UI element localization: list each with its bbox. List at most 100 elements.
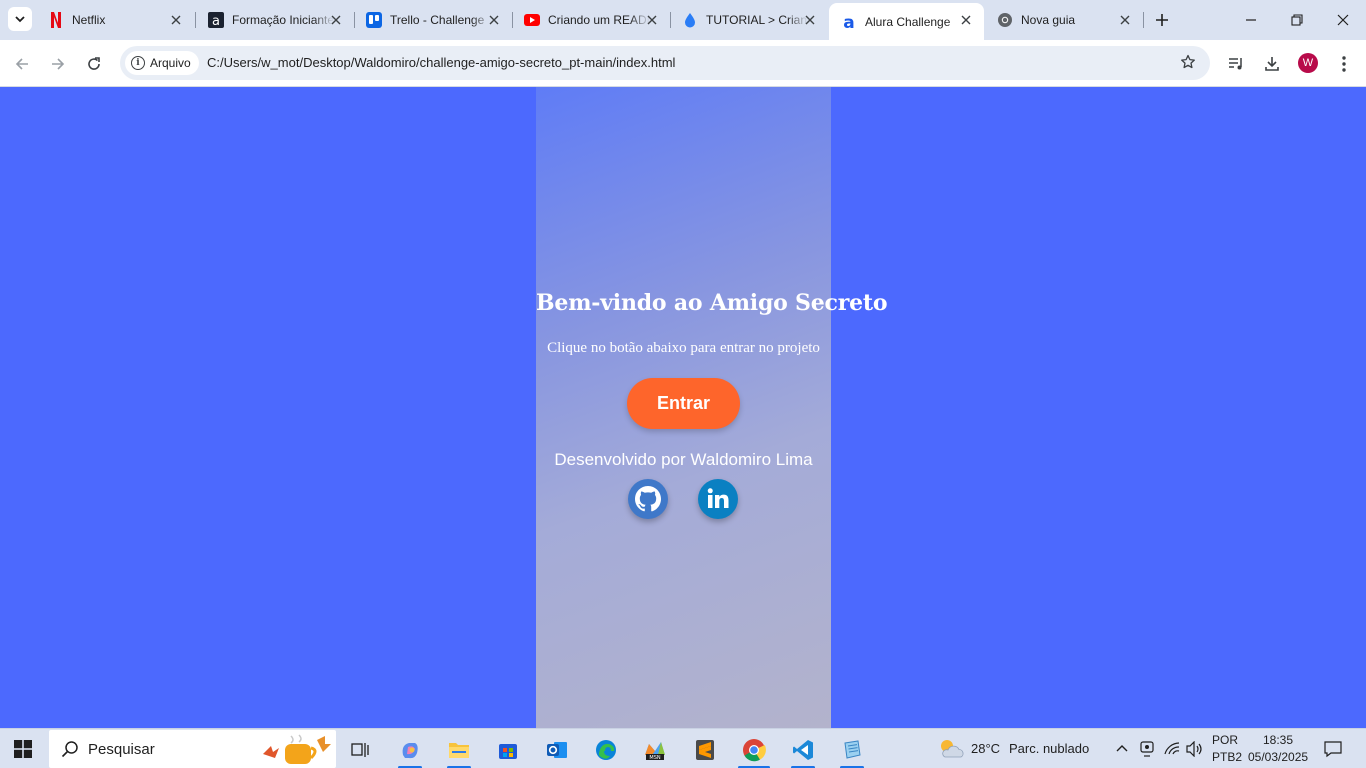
- minimize-icon: [1246, 19, 1256, 21]
- tab-title: Netflix: [72, 13, 106, 27]
- linkedin-icon: [707, 488, 729, 508]
- close-icon: [1337, 14, 1349, 26]
- tab-trello[interactable]: Trello - Challenge: [354, 4, 512, 36]
- file-explorer-app[interactable]: [439, 733, 479, 768]
- chevron-up-icon[interactable]: [1116, 743, 1128, 753]
- site-info-chip[interactable]: i Arquivo: [125, 51, 199, 75]
- svg-text:a: a: [212, 14, 220, 28]
- close-icon[interactable]: [802, 12, 818, 28]
- notepad-icon: [844, 740, 861, 759]
- tab-title: Formação Iniciante: [232, 13, 334, 27]
- close-icon[interactable]: [1117, 12, 1133, 28]
- windows-taskbar: Pesquisar MSN 28°C Parc. nublado POR PTB…: [0, 728, 1366, 768]
- folder-icon: [449, 743, 469, 758]
- notification-icon[interactable]: [1324, 740, 1342, 758]
- profile-avatar[interactable]: W: [1298, 53, 1318, 73]
- meet-now-icon[interactable]: [1140, 741, 1154, 757]
- task-view-icon: [351, 743, 369, 757]
- linkedin-link[interactable]: [698, 479, 738, 519]
- tab-title: Trello - Challenge: [390, 13, 485, 27]
- windows-logo-icon: [14, 740, 32, 758]
- tab-nova-guia[interactable]: Nova guia: [985, 4, 1143, 36]
- autumn-tea-icon: [263, 734, 331, 764]
- enter-button[interactable]: Entrar: [627, 378, 740, 429]
- github-icon: [635, 486, 661, 512]
- chrome-icon: [743, 739, 766, 762]
- copilot-icon: [402, 743, 418, 759]
- tab-title: TUTORIAL > Criando: [706, 13, 808, 27]
- chevron-down-icon: [15, 16, 25, 23]
- start-button[interactable]: [14, 740, 32, 763]
- info-icon: i: [131, 56, 145, 70]
- clock-time[interactable]: 18:35: [1263, 733, 1293, 747]
- svg-text:MSN: MSN: [649, 755, 660, 761]
- download-icon: [1265, 57, 1279, 71]
- keyboard-layout[interactable]: PTB2: [1212, 750, 1242, 764]
- store-app[interactable]: [488, 733, 528, 767]
- bookmark-star-icon[interactable]: [1180, 54, 1196, 75]
- close-icon[interactable]: [486, 12, 502, 28]
- close-icon[interactable]: [168, 12, 184, 28]
- outlook-app[interactable]: [537, 733, 577, 767]
- back-button[interactable]: [8, 50, 36, 78]
- weather-description[interactable]: Parc. nublado: [1009, 741, 1089, 756]
- browser-menu-button[interactable]: [1332, 52, 1356, 76]
- close-icon[interactable]: [644, 12, 660, 28]
- tab-tutorial[interactable]: TUTORIAL > Criando: [670, 4, 828, 36]
- tab-strip: Netflix a Formação Iniciante Trello - Ch…: [0, 0, 1366, 40]
- developer-credit: Desenvolvido por Waldomiro Lima: [554, 450, 813, 469]
- volume-icon[interactable]: [1186, 741, 1204, 757]
- page-viewport: Bem-vindo ao Amigo Secreto Clique no bot…: [0, 87, 1366, 728]
- close-window-button[interactable]: [1320, 0, 1366, 40]
- wifi-icon[interactable]: [1164, 741, 1180, 755]
- chrome-icon: [997, 12, 1013, 28]
- input-language[interactable]: POR: [1212, 733, 1238, 747]
- msn-app[interactable]: MSN: [635, 733, 675, 767]
- tab-alura-challenge[interactable]: a Alura Challenge: [829, 3, 984, 40]
- github-link[interactable]: [628, 479, 668, 519]
- new-tab-button[interactable]: [1150, 8, 1174, 32]
- task-view-button[interactable]: [340, 733, 380, 767]
- edge-app[interactable]: [586, 733, 626, 767]
- tab-netflix[interactable]: Netflix: [36, 4, 194, 36]
- reload-icon: [88, 57, 100, 70]
- notepad-app[interactable]: [832, 733, 872, 768]
- arrow-right-icon: [52, 58, 65, 70]
- weather-partly-cloudy-icon: [941, 740, 964, 758]
- msn-icon: MSN: [645, 742, 665, 761]
- restore-button[interactable]: [1274, 0, 1320, 40]
- vscode-icon: [793, 740, 813, 760]
- vscode-app[interactable]: [783, 733, 823, 768]
- taskbar-search[interactable]: Pesquisar: [49, 730, 336, 768]
- url-text[interactable]: C:/Users/w_mot/Desktop/Waldomiro/challen…: [207, 55, 675, 70]
- page-title: Bem-vindo ao Amigo Secreto: [536, 290, 888, 316]
- downloads-button[interactable]: [1260, 52, 1284, 76]
- tab-title: Criando um README: [548, 13, 650, 27]
- sublime-app[interactable]: [685, 733, 725, 767]
- close-icon[interactable]: [328, 12, 344, 28]
- tab-title: Nova guia: [1021, 13, 1076, 27]
- tab-youtube[interactable]: Criando um README: [512, 4, 670, 36]
- clock-date[interactable]: 05/03/2025: [1248, 750, 1308, 764]
- tab-formacao[interactable]: a Formação Iniciante: [196, 4, 354, 36]
- tab-search-button[interactable]: [8, 7, 32, 31]
- alura-icon: a: [841, 14, 857, 30]
- forward-button[interactable]: [44, 50, 72, 78]
- close-icon[interactable]: [958, 12, 974, 28]
- store-icon: [499, 744, 517, 759]
- youtube-icon: [524, 12, 540, 28]
- copilot-app[interactable]: [390, 733, 430, 768]
- tab-title: Alura Challenge: [865, 14, 951, 29]
- netflix-icon: [48, 12, 64, 28]
- sublime-text-icon: [696, 740, 714, 760]
- media-control-button[interactable]: [1224, 52, 1248, 76]
- plus-icon: [1156, 14, 1168, 26]
- search-icon: [61, 741, 78, 758]
- weather-temperature[interactable]: 28°C: [971, 741, 1000, 756]
- restore-icon: [1291, 14, 1303, 26]
- reload-button[interactable]: [80, 50, 108, 78]
- edge-icon: [596, 740, 616, 760]
- chrome-app[interactable]: [734, 733, 774, 768]
- minimize-button[interactable]: [1228, 0, 1274, 40]
- address-bar[interactable]: i Arquivo C:/Users/w_mot/Desktop/Waldomi…: [120, 46, 1210, 80]
